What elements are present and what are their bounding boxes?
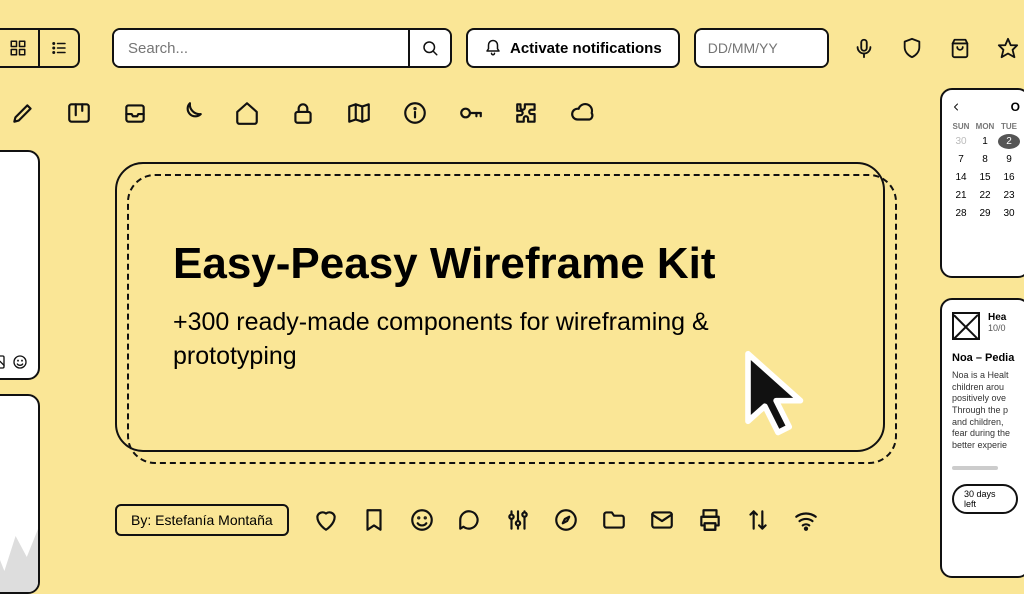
map-icon[interactable]: [346, 100, 372, 126]
wifi-icon[interactable]: [793, 507, 819, 533]
widget-heading: Hea: [988, 312, 1006, 323]
key-icon[interactable]: [458, 100, 484, 126]
heart-icon[interactable]: [313, 507, 339, 533]
list-view-button[interactable]: [38, 30, 78, 66]
date-input-group[interactable]: [694, 28, 829, 68]
edit-icon[interactable]: [10, 100, 36, 126]
hero-title: Easy-Peasy Wireframe Kit: [173, 240, 827, 288]
mic-icon[interactable]: [853, 37, 875, 59]
calendar-day[interactable]: 21: [950, 188, 972, 203]
shopping-bag-icon[interactable]: [949, 37, 971, 59]
article-widget[interactable]: Hea 10/0 Noa – Pedia Noa is a Healt chil…: [940, 298, 1024, 578]
moon-icon[interactable]: [178, 100, 204, 126]
widget-body: Noa is a Healt children arou positively …: [952, 370, 1018, 452]
progress-bar: [952, 466, 998, 470]
calendar-day[interactable]: 9: [998, 152, 1020, 167]
image-icon[interactable]: [0, 354, 6, 370]
calendar-day[interactable]: 30: [950, 134, 972, 149]
compass-icon[interactable]: [553, 507, 579, 533]
calendar-day[interactable]: 22: [974, 188, 996, 203]
notif-label: Activate notifications: [510, 40, 662, 57]
calendar-day-header: MON: [974, 122, 996, 131]
search-button[interactable]: [408, 30, 450, 66]
calendar-day[interactable]: 28: [950, 206, 972, 221]
lock-icon[interactable]: [290, 100, 316, 126]
smile-icon[interactable]: [409, 507, 435, 533]
calendar-day[interactable]: 2: [998, 134, 1020, 149]
calendar-widget[interactable]: O SUNMONTUE3012789141516212223282930: [940, 88, 1024, 278]
info-icon[interactable]: [402, 100, 428, 126]
days-left-pill: 30 days left: [952, 484, 1018, 514]
home-icon[interactable]: [234, 100, 260, 126]
chat-icon[interactable]: [457, 507, 483, 533]
bookmark-icon[interactable]: [361, 507, 387, 533]
calendar-month: O: [1011, 100, 1020, 114]
thumbnail-placeholder-icon: [952, 312, 980, 340]
byline-author: Estefanía Montaña: [155, 512, 273, 528]
area-chart-icon: [0, 522, 38, 592]
calendar-day[interactable]: 15: [974, 170, 996, 185]
calendar-day[interactable]: 1: [974, 134, 996, 149]
calendar-day[interactable]: 16: [998, 170, 1020, 185]
sliders-icon[interactable]: [505, 507, 531, 533]
calendar-day[interactable]: 8: [974, 152, 996, 167]
sort-icon[interactable]: [745, 507, 771, 533]
folder-icon[interactable]: [601, 507, 627, 533]
emoji-icon[interactable]: [12, 354, 28, 370]
date-input[interactable]: [696, 30, 829, 66]
cloud-icon[interactable]: [570, 100, 596, 126]
view-toggle[interactable]: [0, 28, 80, 68]
kanban-icon[interactable]: [66, 100, 92, 126]
side-panel-chart: [0, 394, 40, 594]
mail-icon[interactable]: [649, 507, 675, 533]
bell-icon: [484, 39, 502, 57]
calendar-day[interactable]: 29: [974, 206, 996, 221]
inbox-icon[interactable]: [122, 100, 148, 126]
calendar-day-header: SUN: [950, 122, 972, 131]
bottom-icon-row: [313, 507, 819, 533]
byline-prefix: By:: [131, 512, 151, 528]
cursor-icon: [740, 350, 816, 440]
icon-toolbar: [0, 68, 1024, 126]
grid-view-button[interactable]: [0, 30, 38, 66]
print-icon[interactable]: [697, 507, 723, 533]
star-icon[interactable]: [997, 37, 1019, 59]
activate-notifications-button[interactable]: Activate notifications: [466, 28, 680, 68]
shield-icon[interactable]: [901, 37, 923, 59]
calendar-day[interactable]: 7: [950, 152, 972, 167]
calendar-day[interactable]: 23: [998, 188, 1020, 203]
search-input[interactable]: [114, 30, 408, 66]
chevron-left-icon[interactable]: [950, 101, 962, 113]
hero-subtitle: +300 ready-made components for wireframi…: [173, 306, 733, 374]
calendar-day-header: TUE: [998, 122, 1020, 131]
puzzle-icon[interactable]: [514, 100, 540, 126]
widget-title: Noa – Pedia: [952, 352, 1018, 364]
calendar-day[interactable]: 30: [998, 206, 1020, 221]
side-panel-card: [0, 150, 40, 380]
calendar-day[interactable]: 14: [950, 170, 972, 185]
search-box[interactable]: [112, 28, 452, 68]
widget-date: 10/0: [988, 323, 1006, 333]
author-pill[interactable]: By: Estefanía Montaña: [115, 504, 289, 536]
